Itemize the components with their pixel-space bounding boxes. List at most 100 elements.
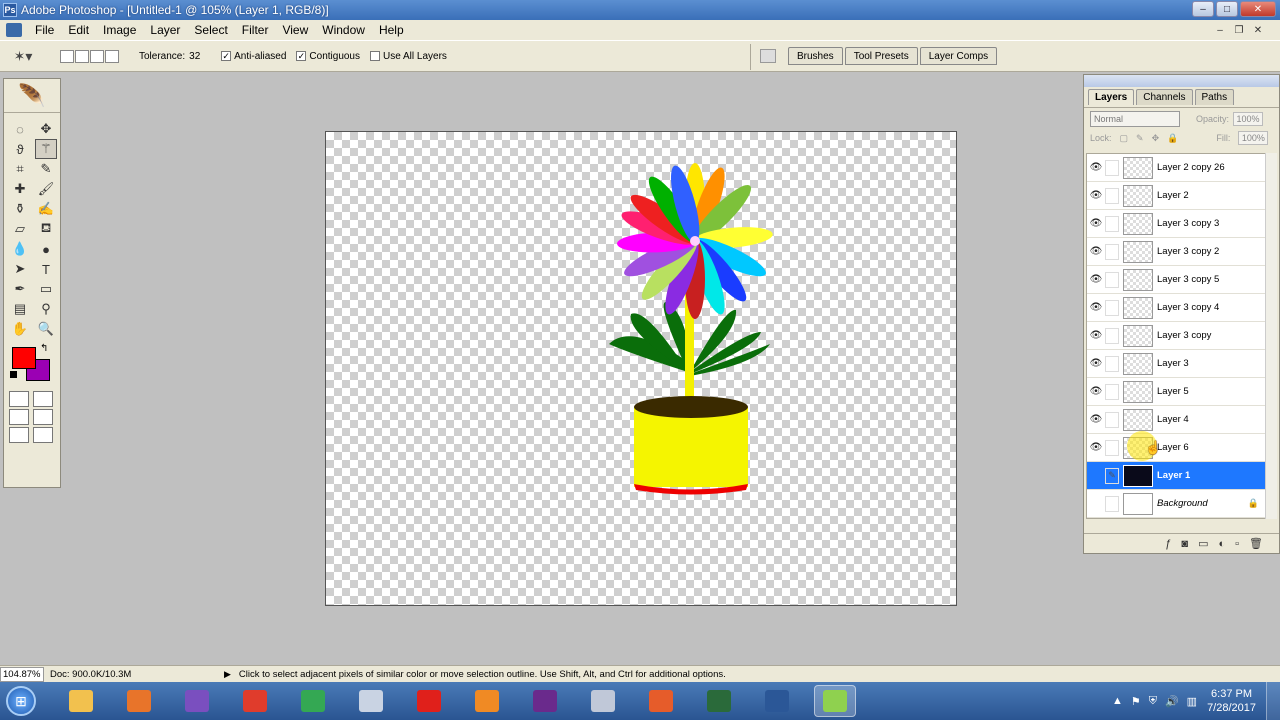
layer-thumbnail[interactable]: [1123, 324, 1153, 347]
layer-thumbnail[interactable]: [1123, 352, 1153, 375]
menu-image[interactable]: Image: [96, 23, 143, 37]
layer-thumbnail[interactable]: [1123, 212, 1153, 235]
taskbar-button[interactable]: [582, 685, 624, 717]
menu-help[interactable]: Help: [372, 23, 411, 37]
zoom-field[interactable]: 104.87%: [0, 666, 44, 682]
paint-bucket-icon[interactable]: ⛾: [35, 219, 57, 239]
start-button[interactable]: ⊞: [6, 686, 36, 716]
anti-aliased-checkbox[interactable]: ✓ Anti-aliased: [221, 51, 286, 62]
default-colors-icon[interactable]: [10, 371, 17, 378]
layer-thumbnail[interactable]: [1123, 240, 1153, 263]
path-selection-icon[interactable]: ➤: [9, 259, 31, 279]
menu-filter[interactable]: Filter: [235, 23, 276, 37]
taskbar-button[interactable]: [814, 685, 856, 717]
layer-mask-icon[interactable]: ◙: [1181, 538, 1188, 550]
volume-icon[interactable]: 🔊: [1165, 695, 1179, 708]
menu-layer[interactable]: Layer: [143, 23, 187, 37]
taskbar-button[interactable]: [60, 685, 102, 717]
use-all-layers-checkbox[interactable]: Use All Layers: [370, 51, 447, 62]
layer-row[interactable]: 👁 Layer 3 copy 3: [1087, 210, 1265, 238]
feather-logo-icon[interactable]: 🪶: [4, 79, 60, 113]
tab-tool-presets[interactable]: Tool Presets: [844, 47, 918, 65]
brush-tool-icon[interactable]: 🖌: [35, 179, 57, 199]
marquee-tool-icon[interactable]: ◌: [9, 119, 31, 139]
link-icon[interactable]: [1105, 439, 1119, 456]
clone-stamp-icon[interactable]: ⚱: [9, 199, 31, 219]
fill-input[interactable]: 100%: [1238, 131, 1269, 145]
new-layer-icon[interactable]: ▫: [1235, 538, 1239, 550]
lock-all-icon[interactable]: 🔒: [1167, 133, 1178, 144]
show-desktop-button[interactable]: [1266, 682, 1280, 720]
layer-row[interactable]: ✎ Layer 1: [1087, 462, 1265, 490]
magic-wand-preset-icon[interactable]: ✶▾: [6, 45, 40, 67]
layers-palette-titlebar[interactable]: [1084, 75, 1279, 87]
link-icon[interactable]: [1105, 355, 1119, 372]
menu-window[interactable]: Window: [315, 23, 372, 37]
layer-row[interactable]: 👁 Layer 3 copy 4: [1087, 294, 1265, 322]
file-browser-icon[interactable]: [760, 49, 776, 63]
layer-thumbnail[interactable]: [1123, 156, 1153, 179]
visibility-eye-icon[interactable]: 👁: [1087, 414, 1105, 425]
eraser-tool-icon[interactable]: ▱: [9, 219, 31, 239]
delete-layer-icon[interactable]: 🗑: [1249, 537, 1263, 550]
tab-channels[interactable]: Channels: [1136, 89, 1193, 105]
link-icon[interactable]: [1105, 271, 1119, 288]
jump-to-imageready-icon[interactable]: [9, 427, 29, 443]
edit-in-imageready-icon[interactable]: [33, 427, 53, 443]
dodge-tool-icon[interactable]: ●: [35, 239, 57, 259]
taskbar-button[interactable]: [466, 685, 508, 717]
visibility-eye-icon[interactable]: 👁: [1087, 442, 1105, 453]
add-selection-icon[interactable]: [75, 49, 89, 63]
foreground-color-swatch[interactable]: [12, 347, 36, 369]
tray-expand-icon[interactable]: ▲: [1112, 695, 1123, 708]
layer-thumbnail[interactable]: [1123, 408, 1153, 431]
lasso-tool-icon[interactable]: ϑ: [9, 139, 31, 159]
taskbar-button[interactable]: [698, 685, 740, 717]
adjustment-layer-icon[interactable]: ◐: [1218, 538, 1225, 550]
magic-wand-tool-icon[interactable]: ⚚: [35, 139, 57, 159]
intersect-selection-icon[interactable]: [105, 49, 119, 63]
quick-mask-icon[interactable]: [33, 391, 53, 407]
swap-colors-icon[interactable]: ↰: [40, 343, 48, 354]
doc-minimize-icon[interactable]: –: [1212, 23, 1228, 37]
taskbar-button[interactable]: [292, 685, 334, 717]
layer-thumbnail[interactable]: [1123, 268, 1153, 291]
standard-mode-icon[interactable]: [9, 391, 29, 407]
subtract-selection-icon[interactable]: [90, 49, 104, 63]
screen-mode-standard-icon[interactable]: [9, 409, 29, 425]
layer-thumbnail[interactable]: [1123, 492, 1153, 515]
visibility-eye-icon[interactable]: 👁: [1087, 274, 1105, 285]
close-button[interactable]: ✕: [1240, 1, 1276, 17]
tolerance-input[interactable]: [189, 49, 212, 63]
link-icon[interactable]: [1105, 411, 1119, 428]
blend-mode-select[interactable]: Normal: [1090, 110, 1180, 127]
link-icon[interactable]: [1105, 159, 1119, 176]
security-icon[interactable]: ⛨: [1149, 695, 1157, 708]
link-icon[interactable]: [1105, 243, 1119, 260]
healing-brush-icon[interactable]: ✚: [9, 179, 31, 199]
menu-view[interactable]: View: [275, 23, 315, 37]
layers-scrollbar[interactable]: [1265, 153, 1277, 519]
lock-transparency-icon[interactable]: ▢: [1120, 133, 1129, 144]
contiguous-checkbox[interactable]: ✓ Contiguous: [296, 51, 360, 62]
layer-thumbnail[interactable]: [1123, 464, 1153, 487]
link-icon[interactable]: [1105, 299, 1119, 316]
visibility-eye-icon[interactable]: 👁: [1087, 302, 1105, 313]
link-icon[interactable]: [1105, 187, 1119, 204]
new-selection-icon[interactable]: [60, 49, 74, 63]
zoom-tool-icon[interactable]: 🔍: [35, 319, 57, 339]
taskbar-button[interactable]: [408, 685, 450, 717]
brush-edit-icon[interactable]: ✎: [1105, 467, 1119, 484]
tab-paths[interactable]: Paths: [1194, 89, 1235, 105]
layer-row[interactable]: 👁 Layer 3 copy 2: [1087, 238, 1265, 266]
status-menu-arrow-icon[interactable]: ▶: [224, 669, 231, 680]
eyedropper-tool-icon[interactable]: ⚲: [35, 299, 57, 319]
doc-close-icon[interactable]: ✕: [1250, 23, 1266, 37]
layer-thumbnail[interactable]: [1123, 184, 1153, 207]
layer-row[interactable]: 👁 Layer 2: [1087, 182, 1265, 210]
new-group-icon[interactable]: ▭: [1198, 537, 1208, 550]
document-icon[interactable]: [6, 23, 22, 37]
menu-select[interactable]: Select: [187, 23, 234, 37]
network-icon[interactable]: ▥: [1187, 695, 1197, 708]
taskbar-button[interactable]: [350, 685, 392, 717]
